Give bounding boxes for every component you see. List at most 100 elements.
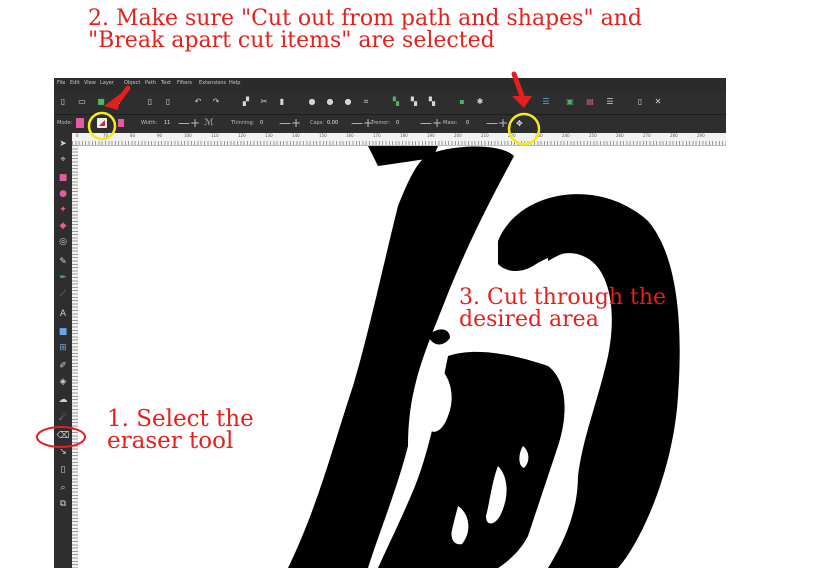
undo-icon[interactable]: ↶ xyxy=(192,96,204,108)
open-icon[interactable]: ▭ xyxy=(76,96,88,108)
eraser-tool-icon[interactable]: ⌫ xyxy=(56,429,70,443)
spray-tool-icon[interactable]: ☄ xyxy=(56,411,70,425)
box-3d-tool-icon[interactable]: ◆ xyxy=(56,219,70,233)
clip-mode-icon[interactable] xyxy=(118,119,124,127)
width-slider-icon[interactable]: —+ xyxy=(178,116,200,130)
instruction-step-2-line-1: 2. Make sure "Cut out from path and shap… xyxy=(88,6,642,31)
ungroup-icon[interactable]: ✱ xyxy=(474,96,486,108)
toolbox: ➤ ⌖ ■ ● ✦ ◆ ◎ ✎ ✒ ⟋ A ■ ⊞ ✐ ◈ ☁ ☄ ⌫ ↘ ▯ … xyxy=(54,133,72,568)
thinning-slider-icon[interactable]: —+ xyxy=(279,116,301,130)
pressure-icon[interactable]: ℳ xyxy=(204,118,214,128)
star-tool-icon[interactable]: ✦ xyxy=(56,203,70,217)
pen-tool-icon[interactable]: ✒ xyxy=(56,271,70,285)
menu-edit[interactable]: Edit xyxy=(70,80,80,86)
text-font-icon[interactable]: ▣ xyxy=(564,96,576,108)
menu-layer[interactable]: Layer xyxy=(100,80,114,86)
unlink-clone-icon[interactable]: ▚ xyxy=(426,96,438,108)
menu-bar: File Edit View Layer Object Path Text Fi… xyxy=(54,78,726,92)
import-icon[interactable]: ▯ xyxy=(144,96,156,108)
instruction-step-3-line-1: 3. Cut through the xyxy=(459,285,667,310)
copy-icon[interactable]: ▞ xyxy=(240,96,252,108)
caps-label: Caps: xyxy=(310,120,325,126)
mass-slider-icon[interactable]: —+ xyxy=(486,116,508,130)
selector-tool-icon[interactable]: ➤ xyxy=(56,137,70,151)
group-icon[interactable]: ▪ xyxy=(456,96,468,108)
break-apart-cut-items-icon[interactable]: ✥ xyxy=(516,119,526,128)
zoom-drawing-icon[interactable]: ● xyxy=(324,96,336,108)
fill-stroke-icon[interactable]: ☰ xyxy=(540,96,552,108)
ruler-tick-label: 190 xyxy=(427,133,435,138)
dropper-tool-icon[interactable]: ✐ xyxy=(56,359,70,373)
menu-filters[interactable]: Filters xyxy=(177,80,192,86)
ruler-tick-label: 270 xyxy=(643,133,651,138)
ruler-tick-label: 90 xyxy=(157,133,163,138)
redo-icon[interactable]: ↷ xyxy=(210,96,222,108)
menu-extensions[interactable]: Extensions xyxy=(199,80,226,86)
instruction-step-2-line-2: "Break apart cut items" are selected xyxy=(88,28,495,53)
ruler-tick-label: 170 xyxy=(373,133,381,138)
tweak-tool-icon[interactable]: ☁ xyxy=(56,393,70,407)
ruler-tick-label: 70 xyxy=(103,133,109,138)
menu-view[interactable]: View xyxy=(84,80,96,86)
print-icon[interactable]: ▪ xyxy=(112,96,124,108)
spiral-tool-icon[interactable]: ◎ xyxy=(56,235,70,249)
width-value[interactable]: 11 xyxy=(164,120,170,126)
horizontal-ruler: 0 70 80 90 100 110 120 130 140 150 160 170 180 190 200… xyxy=(72,133,726,146)
instruction-step-1-line-1: 1. Select the xyxy=(107,406,254,432)
export-icon[interactable]: ▯ xyxy=(162,96,174,108)
paste-icon[interactable]: ▮ xyxy=(276,96,288,108)
cut-out-from-path-icon[interactable] xyxy=(97,118,107,128)
menu-help[interactable]: Help xyxy=(229,80,240,86)
ruler-tick-label: 120 xyxy=(238,133,246,138)
calligraphy-tool-icon[interactable]: ⟋ xyxy=(56,287,70,301)
tool-controls-bar: Mode: Width: 11 —+ ℳ Thinning: 0 —+ Caps… xyxy=(54,115,726,133)
width-label: Width: xyxy=(141,120,158,126)
connector-tool-icon[interactable]: ↘ xyxy=(56,445,70,459)
zoom-tool-icon[interactable]: ⌕ xyxy=(56,481,70,495)
ruler-tick-label: 130 xyxy=(265,133,273,138)
layers-icon[interactable]: ▤ xyxy=(584,96,596,108)
page-tool-icon[interactable]: ▯ xyxy=(56,463,70,477)
menu-path[interactable]: Path xyxy=(145,80,156,86)
ruler-tick-label: 220 xyxy=(508,133,516,138)
commands-bar: ▯ ▭ ■ ▪ ▯ ▯ ↶ ↷ ▞ ✂ ▮ ● ● ● ⌗ ▚ ▚ ▚ ▪ ✱ … xyxy=(54,92,726,115)
cut-icon[interactable]: ✂ xyxy=(258,96,270,108)
node-tool-icon[interactable]: ⌖ xyxy=(56,153,70,167)
new-document-icon[interactable]: ▯ xyxy=(57,96,69,108)
save-icon[interactable]: ■ xyxy=(95,96,107,108)
ruler-tick-label: 140 xyxy=(292,133,300,138)
preferences-icon[interactable]: ✕ xyxy=(652,96,664,108)
circle-tool-icon[interactable]: ● xyxy=(56,187,70,201)
zoom-width-icon[interactable]: ⌗ xyxy=(360,96,372,108)
caps-slider-icon[interactable]: —+ xyxy=(351,116,373,130)
caps-value[interactable]: 0.00 xyxy=(327,120,338,126)
zoom-selection-icon[interactable]: ● xyxy=(306,96,318,108)
clone-icon[interactable]: ▚ xyxy=(408,96,420,108)
gradient-tool-icon[interactable]: ■ xyxy=(56,325,70,339)
xml-editor-icon[interactable]: ☰ xyxy=(604,96,616,108)
thinning-value[interactable]: 0 xyxy=(260,120,263,126)
eraser-mode-touch-icon[interactable] xyxy=(76,118,84,128)
instruction-step-2: 2. Make sure "Cut out from path and shap… xyxy=(88,8,642,52)
menu-object[interactable]: Object xyxy=(124,80,140,86)
paint-bucket-tool-icon[interactable]: ◈ xyxy=(56,375,70,389)
menu-text[interactable]: Text xyxy=(161,80,171,86)
mesh-tool-icon[interactable]: ⊞ xyxy=(56,341,70,355)
ruler-tick-label: 0 xyxy=(76,133,79,138)
ruler-tick-label: 250 xyxy=(589,133,597,138)
align-icon[interactable]: ▯ xyxy=(634,96,646,108)
instruction-step-3: 3. Cut through the desired area xyxy=(459,287,666,331)
zoom-page-icon[interactable]: ● xyxy=(342,96,354,108)
mass-value[interactable]: 0 xyxy=(466,120,469,126)
duplicate-icon[interactable]: ▚ xyxy=(390,96,402,108)
tremor-label: Tremor: xyxy=(371,120,390,126)
text-tool-icon[interactable]: A xyxy=(56,307,70,321)
tremor-value[interactable]: 0 xyxy=(396,120,399,126)
ruler-tick-label: 180 xyxy=(400,133,408,138)
pencil-tool-icon[interactable]: ✎ xyxy=(56,255,70,269)
rectangle-tool-icon[interactable]: ■ xyxy=(56,171,70,185)
tremor-slider-icon[interactable]: —+ xyxy=(420,116,442,130)
drawing-canvas[interactable] xyxy=(78,146,726,568)
measure-tool-icon[interactable]: ⧉ xyxy=(56,497,70,511)
menu-file[interactable]: File xyxy=(57,80,65,86)
